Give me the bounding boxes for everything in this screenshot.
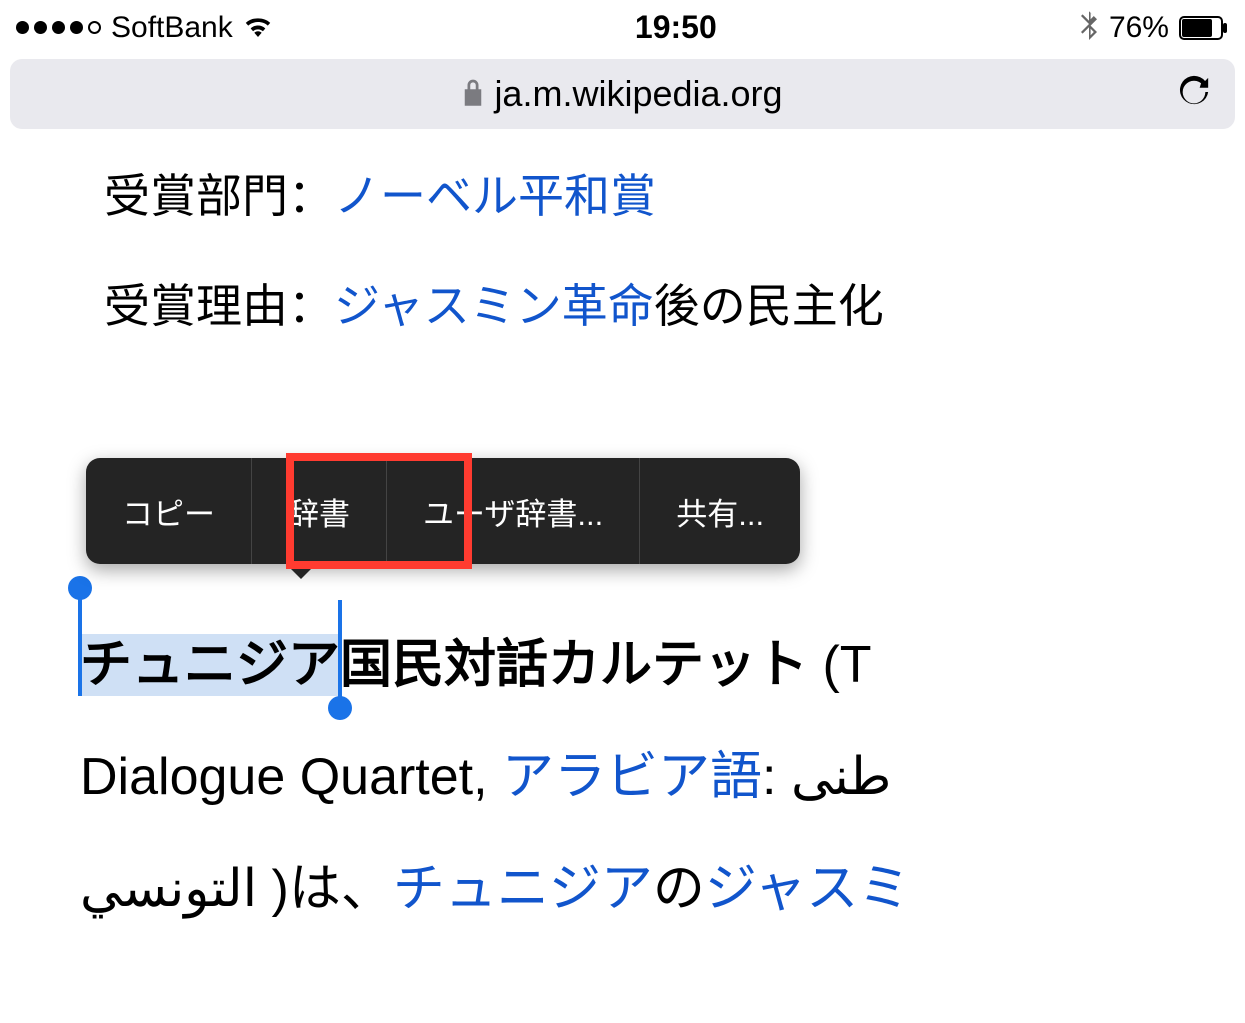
lock-icon xyxy=(462,78,484,111)
menu-share[interactable]: 共有... xyxy=(640,458,800,564)
selection-handle-end-icon[interactable] xyxy=(328,696,352,720)
paren-close: ) xyxy=(257,860,289,918)
arabic-text-1: طنى xyxy=(791,748,891,806)
page-content: 受賞部門：ノーベル平和賞 受賞理由：ジャスミン革命後の民主化 xyxy=(0,141,1245,337)
article-line-3: التونسي )は、チュニジアのジャスミ xyxy=(80,834,1245,946)
signal-strength-icon xyxy=(16,21,101,34)
arabic-language-link[interactable]: アラビア語 xyxy=(502,748,762,806)
menu-copy[interactable]: コピー xyxy=(86,458,252,564)
status-right: 76% xyxy=(1079,8,1229,47)
jasmine-link[interactable]: ジャスミ xyxy=(705,860,910,918)
text-selection-callout: コピー 辞書 ユーザ辞書... 共有... xyxy=(86,458,800,564)
article-body: チュニジア 国民対話カルテット (T Dialogue Quartet, アラビ… xyxy=(80,610,1245,945)
menu-dictionary[interactable]: 辞書 xyxy=(252,458,387,564)
line2-colon: : xyxy=(762,748,791,806)
award-category-link[interactable]: ノーベル平和賞 xyxy=(334,170,656,222)
article-line-2: Dialogue Quartet, アラビア語: طنى xyxy=(80,722,1245,834)
context-menu: コピー 辞書 ユーザ辞書... 共有... xyxy=(86,458,800,564)
text-selection[interactable]: チュニジア xyxy=(80,610,340,722)
award-category-row: 受賞部門：ノーベル平和賞 xyxy=(104,165,1245,227)
url-text: ja.m.wikipedia.org xyxy=(494,73,782,115)
paren-open: (T xyxy=(808,636,872,694)
carrier-label: SoftBank xyxy=(111,11,233,45)
tunisia-link[interactable]: チュニジア xyxy=(393,860,653,918)
award-reason-tail: 後の民主化 xyxy=(654,280,884,332)
url-bar[interactable]: ja.m.wikipedia.org xyxy=(10,59,1235,129)
callout-arrow-icon xyxy=(283,561,319,579)
battery-icon xyxy=(1179,16,1229,40)
award-category-label: 受賞部門： xyxy=(104,170,334,222)
selection-bar-left-icon xyxy=(78,588,82,696)
clock: 19:50 xyxy=(635,9,717,46)
line3-b: の xyxy=(653,860,705,918)
article-line-1: チュニジア 国民対話カルテット (T xyxy=(80,610,1245,722)
battery-percentage: 76% xyxy=(1109,11,1169,45)
line3-a: は、 xyxy=(289,860,393,918)
award-reason-row: 受賞理由：ジャスミン革命後の民主化 xyxy=(104,275,1245,337)
status-left: SoftBank xyxy=(16,11,273,45)
arabic-text-2: التونسي xyxy=(80,860,257,918)
wifi-icon xyxy=(243,11,273,45)
award-reason-label: 受賞理由： xyxy=(104,280,334,332)
line2-text: Dialogue Quartet, xyxy=(80,748,502,806)
title-rest: 国民対話カルテット xyxy=(340,636,808,694)
selected-text: チュニジア xyxy=(80,634,340,696)
selection-bar-right-icon xyxy=(338,600,342,708)
award-reason-link[interactable]: ジャスミン革命 xyxy=(334,280,654,332)
status-bar: SoftBank 19:50 76% xyxy=(0,0,1245,51)
reload-icon[interactable] xyxy=(1177,73,1211,116)
menu-user-dictionary[interactable]: ユーザ辞書... xyxy=(387,458,640,564)
bluetooth-icon xyxy=(1079,8,1099,47)
